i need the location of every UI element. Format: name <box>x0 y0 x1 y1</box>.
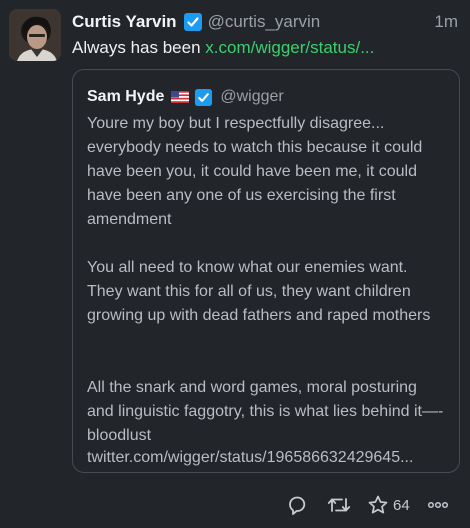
quoted-author-name[interactable]: Sam Hyde <box>87 88 164 106</box>
avatar[interactable] <box>9 9 61 61</box>
quoted-paragraph: All the snark and word games, moral post… <box>87 379 444 444</box>
quoted-post[interactable]: Sam Hyde @wigger Youre my boy but I resp… <box>72 69 460 473</box>
author-handle[interactable]: @curtis_yarvin <box>208 12 321 32</box>
retweet-icon <box>327 498 351 512</box>
quoted-post-header: Sam Hyde @wigger <box>87 86 284 108</box>
more-button[interactable] <box>427 493 449 517</box>
like-icon <box>368 495 388 514</box>
author-name[interactable]: Curtis Yarvin <box>72 12 177 32</box>
more-icon <box>427 501 449 509</box>
quoted-author-handle[interactable]: @wigger <box>220 88 283 106</box>
post-link[interactable]: x.com/wigger/status/... <box>205 38 374 57</box>
us-flag-icon <box>171 91 190 103</box>
like-count: 64 <box>393 496 410 514</box>
quoted-link[interactable]: twitter.com/wigger/status/19658663242964… <box>87 446 449 470</box>
post-header: Curtis Yarvin @curtis_yarvin 1m <box>72 11 458 33</box>
avatar-image <box>9 9 61 61</box>
post-text-content: Always has been <box>72 38 201 57</box>
retweet-button[interactable] <box>327 493 351 517</box>
post-time[interactable]: 1m <box>434 12 458 32</box>
quoted-paragraph: You all need to know what our enemies wa… <box>87 259 431 324</box>
quoted-paragraph: Youre my boy but I respectfully disagree… <box>87 115 423 228</box>
quoted-verified-badge-icon <box>194 88 213 107</box>
post-text: Always has been x.com/wigger/status/... <box>72 37 458 59</box>
reply-icon <box>289 496 306 515</box>
reply-button[interactable] <box>286 493 308 517</box>
like-button[interactable]: 64 <box>367 493 410 517</box>
verified-badge-icon <box>183 12 203 32</box>
